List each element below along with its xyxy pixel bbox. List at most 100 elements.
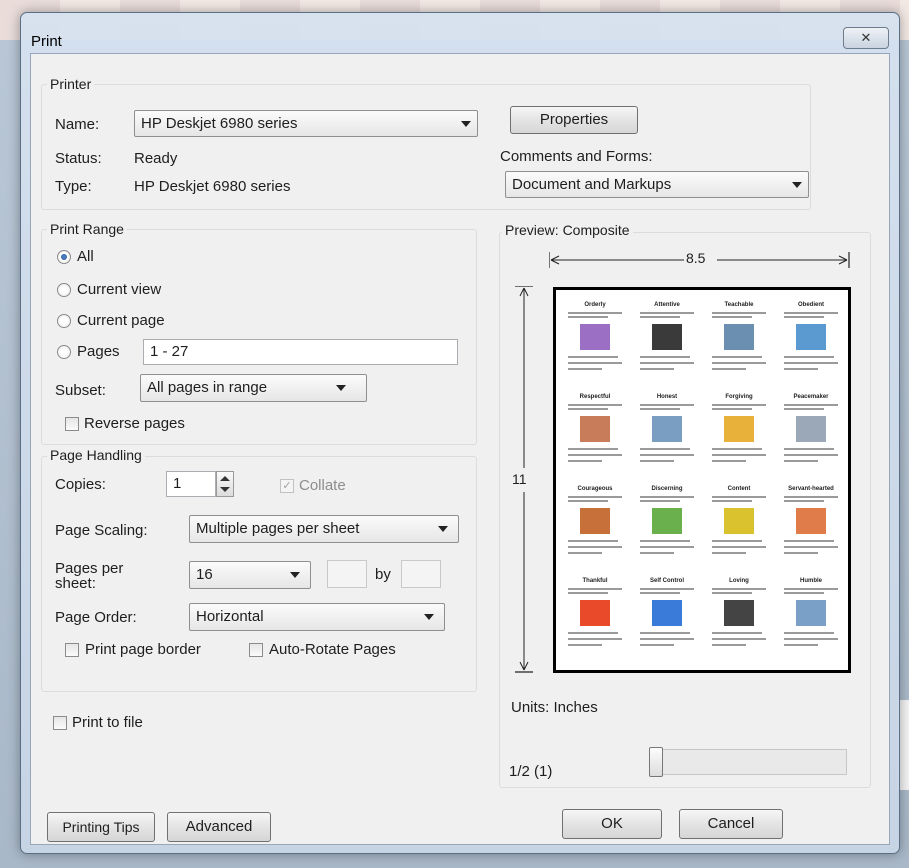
preview-tile-text-line xyxy=(568,540,618,542)
preview-label: Preview: Composite xyxy=(502,222,633,238)
preview-tile-text-line xyxy=(640,552,674,554)
subset-select[interactable]: All pages in range xyxy=(140,374,367,402)
radio-current-page-label[interactable]: Current page xyxy=(77,312,165,329)
print-range-legend: Print Range xyxy=(47,221,127,237)
page-order-select[interactable]: Horizontal xyxy=(189,603,445,631)
preview-tile-text-line xyxy=(784,460,818,462)
chevron-up-icon[interactable] xyxy=(220,476,230,481)
reverse-pages-checkbox[interactable] xyxy=(65,417,79,431)
pages-per-sheet-rows-input[interactable] xyxy=(401,560,441,588)
preview-tile-text-line xyxy=(712,362,766,364)
preview-tile-text-line xyxy=(568,408,608,410)
preview-tile-title: Courageous xyxy=(577,486,613,492)
preview-tile-picture xyxy=(580,324,610,350)
pages-per-sheet-value: 16 xyxy=(196,566,213,583)
printer-status-label: Status: xyxy=(55,150,102,167)
close-button[interactable]: ✕ xyxy=(843,27,889,49)
preview-tile-text-line xyxy=(568,356,618,358)
print-to-file-label[interactable]: Print to file xyxy=(72,714,143,731)
print-page-border-label[interactable]: Print page border xyxy=(85,641,201,658)
printer-status-value: Ready xyxy=(134,150,178,167)
preview-tile-text-line xyxy=(640,356,690,358)
preview-tile-title: Servant-hearted xyxy=(788,486,834,492)
preview-tile: Orderly xyxy=(562,302,628,388)
preview-tile: Content xyxy=(706,486,772,572)
preview-tile-text-line xyxy=(784,540,834,542)
print-page-border-checkbox[interactable] xyxy=(65,643,79,657)
preview-tile-text-line xyxy=(784,644,818,646)
preview-tile-text-line xyxy=(784,638,838,640)
page-slider-thumb[interactable] xyxy=(649,747,663,777)
preview-tile-text-line xyxy=(640,368,674,370)
preview-tile-text-line xyxy=(640,588,694,590)
preview-tile-text-line xyxy=(640,460,674,462)
radio-pages-label[interactable]: Pages xyxy=(77,343,120,360)
preview-tile-text-line xyxy=(784,632,834,634)
page-scaling-select[interactable]: Multiple pages per sheet xyxy=(189,515,459,543)
pages-per-sheet-select[interactable]: 16 xyxy=(189,561,311,589)
preview-tile-text-line xyxy=(640,448,690,450)
preview-tile-picture xyxy=(580,600,610,626)
radio-all-label[interactable]: All xyxy=(77,248,94,265)
radio-current-view-label[interactable]: Current view xyxy=(77,281,161,298)
preview-tile-text-line xyxy=(568,552,602,554)
radio-current-page[interactable] xyxy=(57,314,71,328)
radio-current-view[interactable] xyxy=(57,283,71,297)
printer-group-legend: Printer xyxy=(47,76,95,92)
preview-tile-title: Teachable xyxy=(724,302,754,308)
auto-rotate-checkbox[interactable] xyxy=(249,643,263,657)
preview-tile-title: Orderly xyxy=(584,302,606,308)
preview-tile-text-line xyxy=(568,592,608,594)
preview-tile-text-line xyxy=(568,448,618,450)
preview-tile-picture xyxy=(652,600,682,626)
pages-input[interactable]: 1 - 27 xyxy=(143,339,458,365)
copies-input[interactable]: 1 xyxy=(166,471,216,497)
dialog-title: Print xyxy=(31,33,62,50)
preview-tile-picture xyxy=(652,324,682,350)
preview-tile-picture xyxy=(652,508,682,534)
preview-page: Orderly Attentive Teachable Obedient Respect… xyxy=(553,287,851,673)
collate-label[interactable]: Collate xyxy=(299,477,346,494)
preview-tile-picture xyxy=(796,600,826,626)
properties-button[interactable]: Properties xyxy=(510,106,638,134)
preview-tile-text-line xyxy=(712,644,746,646)
comments-forms-select[interactable]: Document and Markups xyxy=(505,171,809,198)
preview-tile-picture xyxy=(652,416,682,442)
ok-button[interactable]: OK xyxy=(562,809,662,839)
preview-tile-text-line xyxy=(568,500,608,502)
comments-forms-value: Document and Markups xyxy=(512,176,672,193)
advanced-button[interactable]: Advanced xyxy=(167,812,271,842)
preview-tile-text-line xyxy=(712,546,766,548)
reverse-pages-label[interactable]: Reverse pages xyxy=(84,415,185,432)
preview-tile: Self Control xyxy=(634,578,700,664)
chevron-down-icon[interactable] xyxy=(220,487,230,492)
printer-name-select[interactable]: HP Deskjet 6980 series xyxy=(134,110,478,137)
preview-tile: Humble xyxy=(778,578,844,664)
page-indicator: 1/2 (1) xyxy=(509,763,553,780)
pages-per-sheet-columns-input[interactable] xyxy=(327,560,367,588)
page-slider[interactable] xyxy=(651,749,847,775)
preview-tile-text-line xyxy=(712,588,766,590)
preview-tile-title: Discerning xyxy=(651,486,683,492)
copies-stepper[interactable] xyxy=(216,471,234,497)
preview-tile-text-line xyxy=(640,546,694,548)
cancel-button[interactable]: Cancel xyxy=(679,809,783,839)
radio-pages[interactable] xyxy=(57,345,71,359)
preview-tile-text-line xyxy=(712,448,762,450)
preview-tile: Teachable xyxy=(706,302,772,388)
collate-checkbox[interactable]: ✓ xyxy=(280,479,294,493)
preview-tile-title: Humble xyxy=(799,578,822,584)
radio-all[interactable] xyxy=(57,250,71,264)
printing-tips-button[interactable]: Printing Tips xyxy=(47,812,155,842)
preview-tile-title: Loving xyxy=(729,578,749,584)
page-scaling-label: Page Scaling: xyxy=(55,522,148,539)
preview-tile-text-line xyxy=(568,632,618,634)
preview-tile: Courageous xyxy=(562,486,628,572)
chevron-down-icon xyxy=(792,181,802,188)
auto-rotate-label[interactable]: Auto-Rotate Pages xyxy=(269,641,396,658)
title-bar[interactable]: Print ✕ xyxy=(21,13,899,51)
preview-tile-text-line xyxy=(712,500,752,502)
preview-tile-text-line xyxy=(712,404,766,406)
page-scaling-value: Multiple pages per sheet xyxy=(196,520,360,537)
print-to-file-checkbox[interactable] xyxy=(53,716,67,730)
